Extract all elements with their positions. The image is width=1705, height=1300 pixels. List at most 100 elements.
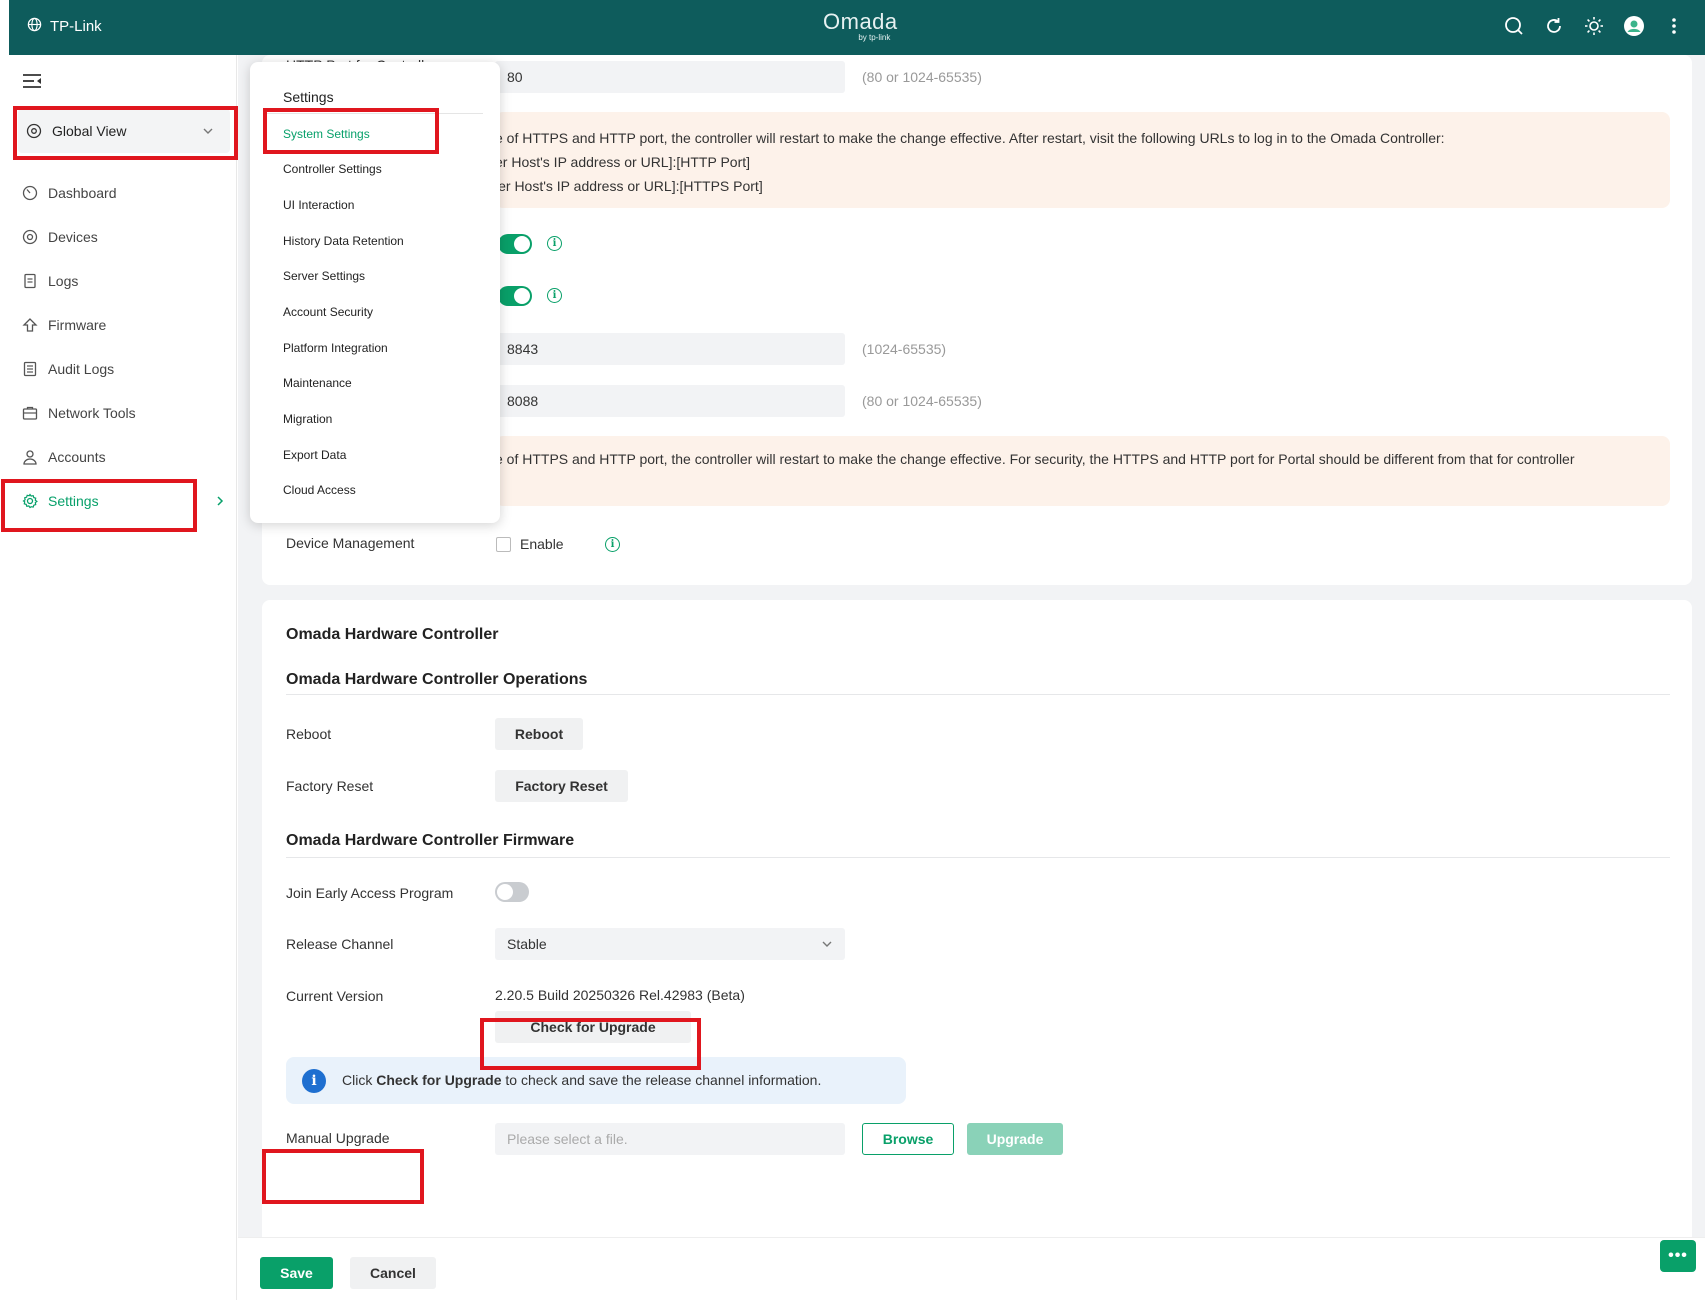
chat-icon[interactable]: ••• [1660, 1240, 1696, 1272]
restart-notice: e of HTTPS and HTTP port, the controller… [495, 112, 1670, 208]
reboot-label: Reboot [286, 726, 332, 742]
divider [267, 113, 483, 114]
portal-https-port-input[interactable]: 8843 [495, 333, 845, 365]
save-button[interactable]: Save [260, 1257, 333, 1289]
sidebar-item-firmware[interactable]: Firmware [22, 313, 106, 337]
settings-icon [22, 493, 38, 509]
global-view-label: Global View [52, 123, 127, 139]
info-icon[interactable]: i [547, 288, 562, 303]
menu-item-history-data-retention[interactable]: History Data Retention [283, 234, 404, 248]
logo-text: Omada [823, 9, 898, 34]
search-icon[interactable] [1503, 15, 1525, 37]
sidebar: Global View Dashboard Devices Logs Firmw… [0, 55, 237, 1300]
footer-bar: Save Cancel [238, 1237, 1705, 1300]
http-port-input[interactable]: 80 [495, 61, 845, 93]
sidebar-item-dashboard[interactable]: Dashboard [22, 181, 117, 205]
avatar[interactable] [1623, 15, 1645, 37]
menu-item-controller-settings[interactable]: Controller Settings [283, 162, 382, 176]
hardware-controller-title: Omada Hardware Controller [286, 626, 499, 643]
sidebar-item-label: Dashboard [48, 185, 117, 201]
menu-title: Settings [283, 89, 334, 105]
operations-title: Omada Hardware Controller Operations [286, 671, 588, 688]
sidebar-item-network-tools[interactable]: Network Tools [22, 401, 136, 425]
early-access-label: Join Early Access Program [286, 885, 454, 901]
info-icon: i [302, 1069, 326, 1093]
device-management-enable-label: Enable [520, 536, 564, 552]
toggle-knob [497, 884, 513, 900]
location-icon [26, 123, 42, 139]
info-icon[interactable]: i [547, 236, 562, 251]
firmware-title: Omada Hardware Controller Firmware [286, 832, 575, 849]
early-access-toggle[interactable] [495, 882, 529, 902]
portal-http-toggle[interactable] [498, 286, 532, 306]
menu-item-maintenance[interactable]: Maintenance [283, 376, 352, 390]
toggle-knob [514, 288, 530, 304]
chevron-down-icon [202, 124, 214, 140]
file-select-input[interactable]: Please select a file. [495, 1123, 845, 1155]
divider [286, 694, 1670, 695]
notice-line: e of HTTPS and HTTP port, the controller… [495, 451, 1575, 467]
global-view-select[interactable]: Global View [18, 109, 230, 153]
info-text-bold: Check for Upgrade [376, 1072, 502, 1088]
portal-port-notice: e of HTTPS and HTTP port, the controller… [495, 436, 1670, 506]
sidebar-item-label: Devices [48, 229, 98, 245]
collapse-menu-icon[interactable] [22, 73, 42, 94]
audit-logs-icon [22, 361, 38, 377]
release-channel-label: Release Channel [286, 936, 394, 952]
menu-item-account-security[interactable]: Account Security [283, 305, 373, 319]
sidebar-item-audit-logs[interactable]: Audit Logs [22, 357, 114, 381]
menu-item-ui-interaction[interactable]: UI Interaction [283, 198, 354, 212]
release-channel-select[interactable]: Stable [495, 928, 845, 960]
notice-line: er Host's IP address or URL]:[HTTP Port] [495, 154, 751, 170]
sidebar-item-label: Network Tools [48, 405, 136, 421]
logo-subtext: by tp-link [858, 33, 891, 42]
sidebar-item-label: Accounts [48, 449, 106, 465]
toggle-knob [514, 236, 530, 252]
sidebar-item-logs[interactable]: Logs [22, 269, 78, 293]
menu-item-server-settings[interactable]: Server Settings [283, 269, 365, 283]
portal-http-port-input[interactable]: 8088 [495, 385, 845, 417]
devices-icon [22, 229, 38, 245]
refresh-icon[interactable] [1543, 15, 1565, 37]
device-management-checkbox[interactable] [496, 537, 511, 552]
accounts-icon [22, 449, 38, 465]
chevron-down-icon [821, 938, 833, 950]
sidebar-item-settings[interactable]: Settings [22, 489, 99, 513]
more-icon[interactable] [1663, 15, 1685, 37]
network-tools-icon [22, 405, 38, 421]
sidebar-item-accounts[interactable]: Accounts [22, 445, 106, 469]
menu-item-platform-integration[interactable]: Platform Integration [283, 341, 388, 355]
notice-line: ler Host's IP address or URL]:[HTTPS Por… [495, 178, 763, 194]
cancel-button[interactable]: Cancel [350, 1257, 436, 1289]
portal-https-port-hint: (1024-65535) [862, 341, 947, 357]
sidebar-item-label: Logs [48, 273, 79, 289]
topbar-icons [1503, 15, 1685, 37]
portal-http-port-hint: (80 or 1024-65535) [862, 393, 982, 409]
info-icon[interactable]: i [605, 537, 620, 552]
top-bar: TP-Link Omada by tp-link [9, 0, 1705, 55]
info-text-suffix: to check and save the release channel in… [501, 1072, 822, 1088]
device-management-label: Device Management [286, 535, 415, 551]
logs-icon [22, 273, 38, 289]
sidebar-item-devices[interactable]: Devices [22, 225, 98, 249]
sidebar-item-label: Settings [48, 493, 99, 509]
menu-item-export-data[interactable]: Export Data [283, 448, 346, 462]
omada-logo: Omada by tp-link [823, 10, 898, 42]
browse-button[interactable]: Browse [862, 1123, 954, 1155]
dashboard-icon [22, 185, 38, 201]
page: TP-Link Omada by tp-link Global View Das… [0, 0, 1705, 1300]
portal-https-toggle[interactable] [498, 234, 532, 254]
menu-item-migration[interactable]: Migration [283, 412, 332, 426]
factory-reset-button[interactable]: Factory Reset [495, 770, 628, 802]
notice-line: e of HTTPS and HTTP port, the controller… [495, 130, 1445, 146]
release-channel-value: Stable [507, 936, 547, 952]
upgrade-button[interactable]: Upgrade [967, 1123, 1063, 1155]
reboot-button[interactable]: Reboot [495, 718, 583, 750]
menu-item-cloud-access[interactable]: Cloud Access [283, 483, 356, 497]
menu-item-system-settings[interactable]: System Settings [283, 127, 370, 141]
factory-reset-label: Factory Reset [286, 778, 374, 794]
theme-icon[interactable] [1583, 15, 1605, 37]
check-for-upgrade-button[interactable]: Check for Upgrade [495, 1011, 691, 1043]
info-text-prefix: Click [342, 1072, 377, 1088]
brand[interactable]: TP-Link [27, 17, 102, 36]
